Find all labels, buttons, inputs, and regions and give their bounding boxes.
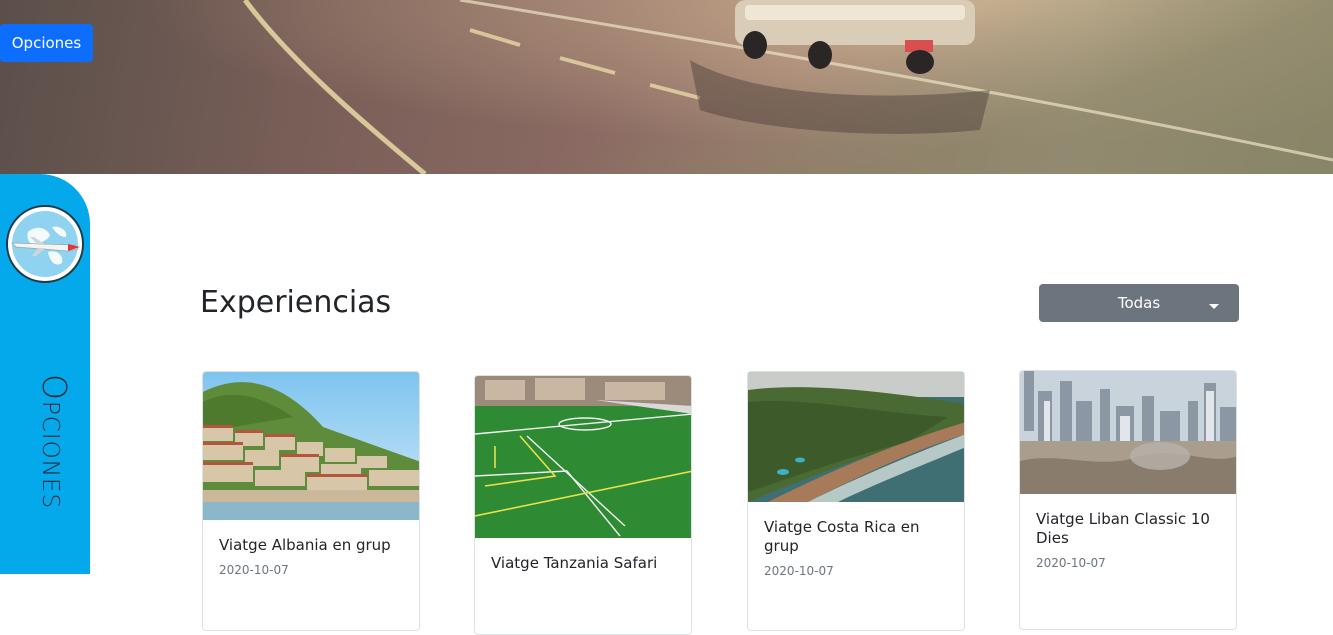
card-image-lebanon xyxy=(1020,371,1236,494)
card-date: 2020-10-07 xyxy=(764,564,834,578)
card-date xyxy=(475,573,691,581)
card-title[interactable]: Viatge Costa Rica en grup xyxy=(748,502,964,556)
card-title[interactable]: Viatge Liban Classic 10 Dies xyxy=(1020,494,1236,548)
options-side-panel[interactable]: Opciones xyxy=(0,174,90,574)
globe-plane-logo xyxy=(6,205,84,283)
caret-down-icon xyxy=(1209,304,1219,309)
page-title: Experiencias xyxy=(200,285,392,320)
card-title[interactable]: Viatge Tanzania Safari xyxy=(475,538,691,573)
side-panel-title: Opciones xyxy=(35,374,74,510)
experience-card[interactable]: Viatge Liban Classic 10 Dies 2020-10-07 xyxy=(1019,370,1237,630)
options-button[interactable]: Opciones xyxy=(0,24,93,62)
card-image-albania xyxy=(203,372,419,520)
card-image-costa-rica xyxy=(748,372,964,502)
experience-card[interactable]: Viatge Tanzania Safari xyxy=(474,375,692,635)
card-title[interactable]: Viatge Albania en grup xyxy=(203,520,419,555)
experience-card[interactable]: Viatge Albania en grup 2020-10-07 xyxy=(202,371,420,631)
experience-card[interactable]: Viatge Costa Rica en grup 2020-10-07 xyxy=(747,371,965,631)
card-image-tanzania xyxy=(475,376,691,538)
hero-road-image xyxy=(243,0,1333,174)
card-date: 2020-10-07 xyxy=(1036,556,1106,570)
category-filter-dropdown[interactable]: Todas xyxy=(1039,284,1239,322)
filter-selected-label: Todas xyxy=(1117,294,1161,312)
hero-banner xyxy=(0,0,1333,174)
